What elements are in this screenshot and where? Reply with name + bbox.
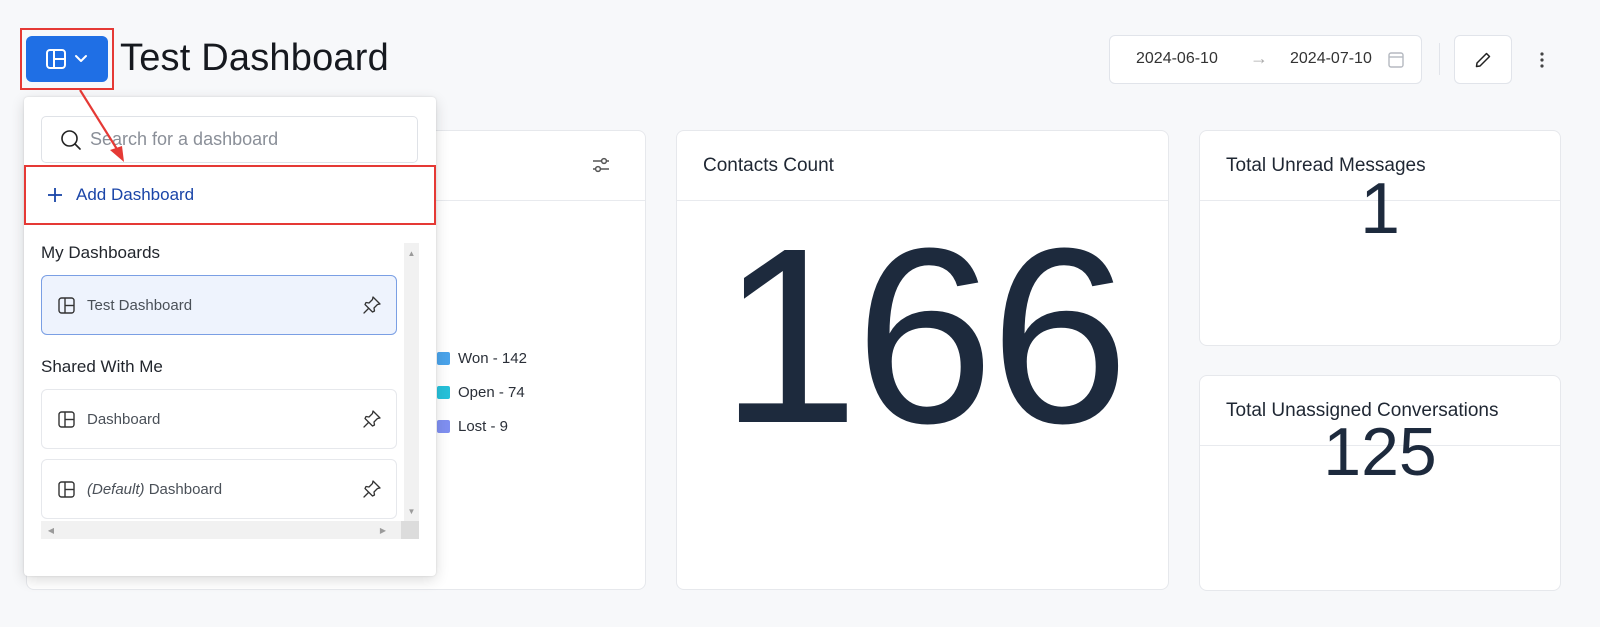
search-box[interactable] bbox=[41, 116, 418, 163]
vertical-ellipsis-icon bbox=[1540, 52, 1544, 68]
dashboard-item-label: Dashboard bbox=[87, 410, 161, 428]
scroll-right-icon[interactable]: ▶ bbox=[375, 521, 391, 539]
legend-swatch bbox=[437, 385, 450, 399]
default-prefix: (Default) bbox=[87, 480, 145, 498]
unassigned-conversations-card: Total Unassigned Conversations 125 bbox=[1199, 375, 1561, 591]
dashboard-item-label: (Default) Dashboard bbox=[87, 481, 350, 498]
section-shared-with-me: Shared With Me bbox=[41, 357, 163, 376]
dashboard-switcher-button[interactable] bbox=[26, 36, 108, 82]
legend-label: Won - 142 bbox=[458, 349, 527, 367]
search-input[interactable] bbox=[90, 129, 390, 150]
unread-messages-value: 1 bbox=[1359, 169, 1401, 249]
chevron-down-icon bbox=[75, 55, 87, 62]
legend-item-open[interactable]: Open - 74 bbox=[437, 375, 527, 409]
dashboard-layout-icon bbox=[58, 296, 75, 314]
legend-label: Open - 74 bbox=[458, 383, 525, 401]
add-dashboard-button[interactable]: Add Dashboard bbox=[24, 165, 436, 225]
pin-icon[interactable] bbox=[362, 295, 382, 315]
legend-swatch bbox=[437, 419, 450, 433]
dashboard-switcher-dropdown: Add Dashboard My Dashboards Test Dashboa… bbox=[24, 97, 436, 576]
scrollbar-corner bbox=[401, 521, 419, 539]
card-title: Contacts Count bbox=[677, 131, 1168, 201]
more-options-button[interactable] bbox=[1532, 45, 1552, 75]
date-range-picker[interactable]: 2024-06-10 → 2024-07-10 bbox=[1109, 35, 1422, 84]
legend-swatch bbox=[437, 351, 450, 365]
date-end: 2024-07-10 bbox=[1290, 50, 1372, 67]
dashboard-item-default[interactable]: (Default) Dashboard bbox=[41, 459, 397, 519]
dashboard-layout-icon bbox=[58, 480, 75, 498]
legend-item-lost[interactable]: Lost - 9 bbox=[437, 409, 527, 443]
header-divider bbox=[1439, 43, 1440, 75]
vertical-scrollbar[interactable]: ▲ ▼ bbox=[404, 243, 419, 521]
section-my-dashboards: My Dashboards bbox=[41, 243, 161, 262]
scroll-left-icon[interactable]: ◀ bbox=[43, 521, 59, 539]
unassigned-conversations-value: 125 bbox=[1323, 414, 1437, 490]
page-title: Test Dashboard bbox=[120, 37, 389, 79]
calendar-icon bbox=[1388, 52, 1404, 68]
pencil-icon bbox=[1475, 52, 1491, 67]
scroll-up-icon[interactable]: ▲ bbox=[404, 245, 419, 261]
dashboard-item-label: Test Dashboard bbox=[87, 296, 193, 314]
unread-messages-card: Total Unread Messages 1 bbox=[1199, 130, 1561, 346]
legend-item-won[interactable]: Won - 142 bbox=[437, 341, 527, 375]
arrow-right-icon: → bbox=[1250, 48, 1268, 68]
dashboard-item-test[interactable]: Test Dashboard bbox=[41, 275, 397, 335]
horizontal-scrollbar[interactable]: ◀ ▶ bbox=[41, 521, 419, 539]
contacts-count-card: Contacts Count 166 bbox=[676, 130, 1169, 590]
date-start: 2024-06-10 bbox=[1136, 50, 1218, 67]
add-dashboard-label: Add Dashboard bbox=[76, 185, 195, 204]
sliders-icon[interactable] bbox=[591, 155, 611, 175]
edit-dashboard-button[interactable] bbox=[1454, 35, 1512, 84]
contacts-count-value: 166 bbox=[719, 196, 1129, 475]
dashboard-layout-icon bbox=[46, 49, 66, 69]
scroll-down-icon[interactable]: ▼ bbox=[404, 503, 419, 519]
pin-icon[interactable] bbox=[362, 479, 382, 499]
dashboard-layout-icon bbox=[58, 410, 75, 428]
search-icon bbox=[61, 129, 81, 150]
plus-icon bbox=[48, 188, 62, 202]
legend-label: Lost - 9 bbox=[458, 417, 509, 435]
pin-icon[interactable] bbox=[362, 409, 382, 429]
dashboard-item-shared[interactable]: Dashboard bbox=[41, 389, 397, 449]
default-label: Dashboard bbox=[148, 480, 223, 498]
dashboard-list[interactable]: My Dashboards Test Dashboard Shared With… bbox=[41, 243, 428, 543]
deals-legend: Won - 142 Open - 74 Lost - 9 bbox=[437, 341, 527, 443]
